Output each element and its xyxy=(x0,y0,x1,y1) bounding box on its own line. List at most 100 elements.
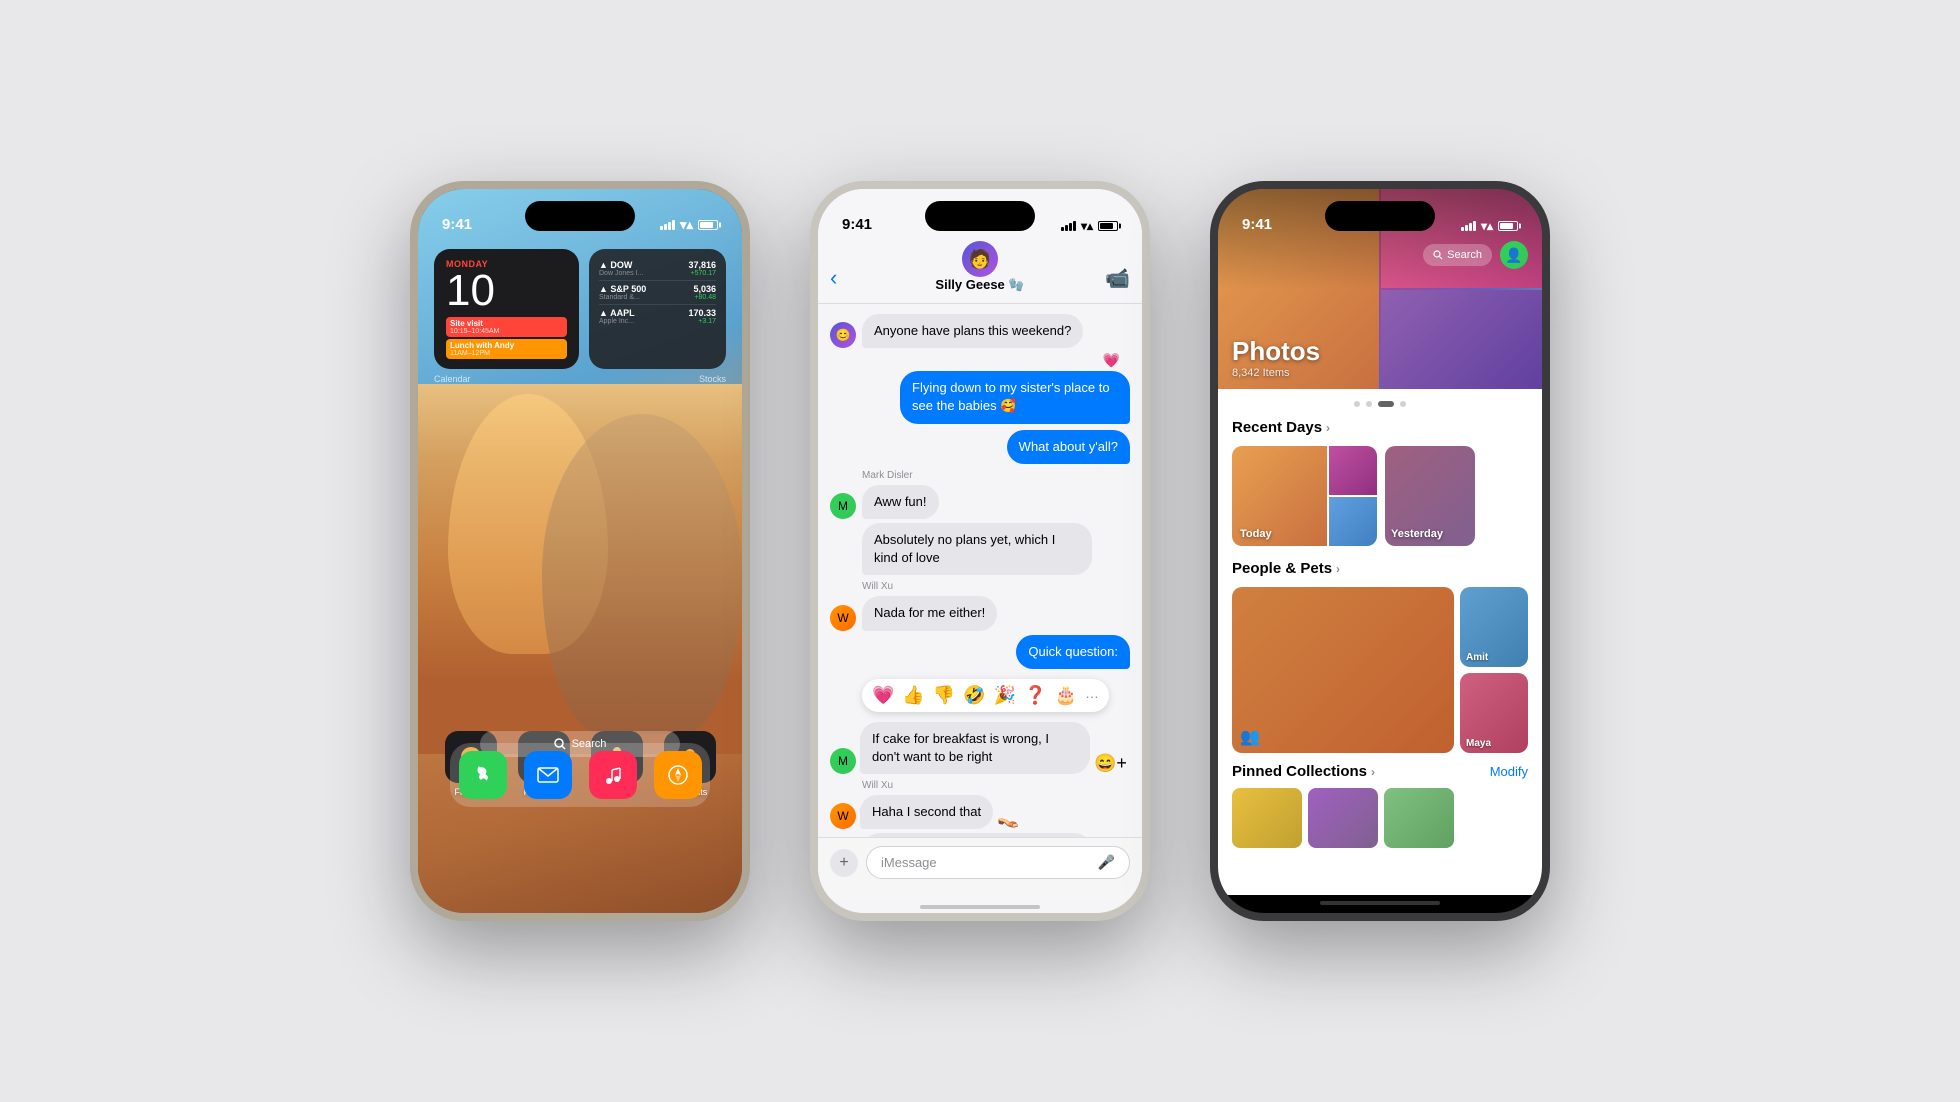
card-yesterday[interactable]: Yesterday xyxy=(1385,446,1475,546)
cal-date: 10 xyxy=(446,269,567,313)
today-label: Today xyxy=(1240,528,1272,540)
msg-5-bubble: Absolutely no plans yet, which I kind of… xyxy=(862,523,1092,575)
msg-6-bubble: Nada for me either! xyxy=(862,596,997,630)
msg-4-text: Aww fun! xyxy=(874,494,927,509)
video-call-button[interactable]: 📹 xyxy=(1105,266,1130,291)
dot-2[interactable] xyxy=(1366,401,1372,407)
status-time-msg: 9:41 xyxy=(842,216,872,233)
msg-5: Absolutely no plans yet, which I kind of… xyxy=(830,523,1130,575)
msg-6-avatar: W xyxy=(830,605,856,631)
photos-nav-dots xyxy=(1232,401,1528,407)
will-label-2: Will Xu xyxy=(830,780,1130,791)
bar4m xyxy=(1073,221,1076,231)
msg-3: What about y'all? xyxy=(830,430,1130,464)
pinned-item-2[interactable] xyxy=(1308,788,1378,848)
photos-app-title: Photos xyxy=(1232,336,1320,367)
battery-fill-home xyxy=(700,222,713,228)
pinned-item-1[interactable] xyxy=(1232,788,1302,848)
recent-days-title: Recent Days › xyxy=(1232,419,1330,436)
messages-body: 😊 Anyone have plans this weekend? 💗 Flyi… xyxy=(818,304,1142,837)
people-main[interactable]: 👥 xyxy=(1232,587,1454,753)
stock-aapl: ▲ AAPL Apple Inc... 170.33 +3.17 xyxy=(599,305,716,328)
bottom-dock xyxy=(450,743,710,807)
wifi-icon-photos: ▾▴ xyxy=(1481,219,1493,233)
tapback-heart[interactable]: 💗 xyxy=(872,685,894,706)
dock-music[interactable] xyxy=(589,751,637,799)
cal-event-2-title: Lunch with Andy xyxy=(450,341,563,350)
tapback-more[interactable]: … xyxy=(1085,685,1099,706)
photos-top-buttons: Search 👤 xyxy=(1423,241,1528,269)
dock-phone-icon xyxy=(459,751,507,799)
pinned-row xyxy=(1232,788,1528,848)
msg-9-text: If cake for breakfast is wrong, I don't … xyxy=(872,731,1049,764)
dock-mail[interactable] xyxy=(524,751,572,799)
modify-button[interactable]: Modify xyxy=(1490,764,1528,779)
tapback-party[interactable]: 🎉 xyxy=(994,685,1016,706)
msg-3-text: What about y'all? xyxy=(1019,439,1118,454)
photos-search-button[interactable]: Search xyxy=(1423,244,1492,266)
back-button[interactable]: ‹ xyxy=(830,265,837,291)
msg-2: Flying down to my sister's place to see … xyxy=(900,371,1130,423)
tapback-cake[interactable]: 🎂 xyxy=(1055,685,1077,706)
phone-home: 9:41 ▾▴ MONDAY 10 Site xyxy=(410,181,750,921)
msg-10-avatar: W xyxy=(830,803,856,829)
wifi-icon-home: ▾▴ xyxy=(680,217,693,233)
dock-safari[interactable] xyxy=(654,751,702,799)
widget-stocks[interactable]: ▲ DOW Dow Jones I... 37,816 +570.17 ▲ S&… xyxy=(589,249,726,369)
card-today[interactable]: Today xyxy=(1232,446,1377,546)
app-dock: Find My FaceTime Watch xyxy=(434,731,726,813)
message-input-bar: + iMessage 🎤 xyxy=(818,837,1142,899)
mark-label-1: Mark Disler xyxy=(830,470,1130,481)
people-pets-title: People & Pets › xyxy=(1232,560,1340,577)
widget-calendar[interactable]: MONDAY 10 Site visit 10:15–10:45AM Lunch… xyxy=(434,249,579,369)
signal-bars-photos xyxy=(1461,221,1476,231)
stock-dow: ▲ DOW Dow Jones I... 37,816 +570.17 xyxy=(599,257,716,281)
pinned-title: Pinned Collections › xyxy=(1232,763,1375,780)
tapback-thumbsdown[interactable]: 👎 xyxy=(933,685,955,706)
pinned-item-3[interactable] xyxy=(1384,788,1454,848)
msg-6-text: Nada for me either! xyxy=(874,605,985,620)
will-label-1: Will Xu xyxy=(830,581,1130,592)
home-bg-photo xyxy=(418,384,742,754)
msg-4-avatar: M xyxy=(830,493,856,519)
header-center: 🧑 Silly Geese 🧤 xyxy=(935,241,1024,293)
recent-days-chevron: › xyxy=(1326,421,1330,435)
dynamic-island-1 xyxy=(525,201,635,231)
cal-event-1-title: Site visit xyxy=(450,319,563,328)
dot-1[interactable] xyxy=(1354,401,1360,407)
photos-body: Recent Days › Today Yesterday xyxy=(1218,389,1542,895)
dynamic-island-2 xyxy=(925,201,1035,231)
today-side-photo-1 xyxy=(1329,446,1377,495)
bar2m xyxy=(1065,225,1068,231)
pinned-header: Pinned Collections › Modify xyxy=(1232,763,1528,780)
dock-phone[interactable] xyxy=(459,751,507,799)
amit-photo[interactable]: Amit xyxy=(1460,587,1528,667)
tapback-thumbsup[interactable]: 👍 xyxy=(902,685,924,706)
widgets-row: MONDAY 10 Site visit 10:15–10:45AM Lunch… xyxy=(434,249,726,369)
maya-photo[interactable]: Maya xyxy=(1460,673,1528,753)
tapback-laugh[interactable]: 🤣 xyxy=(963,685,985,706)
photos-title-bottom: Photos 8,342 Items xyxy=(1232,336,1320,379)
pinned-section: Pinned Collections › Modify xyxy=(1232,763,1528,848)
signal-bars-home xyxy=(660,220,675,230)
msg-10-text: Haha I second that xyxy=(872,804,981,819)
msg-10-bubble: Haha I second that xyxy=(860,795,993,829)
bar4p xyxy=(1473,221,1476,231)
msg-9-reaction: 😄+ xyxy=(1094,753,1127,774)
phone-photos: 9:41 ▾▴ xyxy=(1210,181,1550,921)
stock-sp-price: 5,036 xyxy=(693,284,716,294)
msg-9-bubble: If cake for breakfast is wrong, I don't … xyxy=(860,722,1090,774)
message-input-field[interactable]: iMessage 🎤 xyxy=(866,846,1130,879)
dot-grid[interactable] xyxy=(1378,401,1394,407)
add-attachment-button[interactable]: + xyxy=(830,849,858,877)
widget-labels: Calendar Stocks xyxy=(434,374,726,384)
tapback-row[interactable]: 💗 👍 👎 🤣 🎉 ❓ 🎂 … xyxy=(862,679,1109,712)
group-name: Silly Geese 🧤 xyxy=(935,277,1024,293)
tapback-question[interactable]: ❓ xyxy=(1024,685,1046,706)
status-time-home: 9:41 xyxy=(442,216,472,233)
dock-music-icon xyxy=(589,751,637,799)
home-indicator-msg xyxy=(920,905,1040,909)
photos-user-avatar[interactable]: 👤 xyxy=(1500,241,1528,269)
people-group-icon: 👥 xyxy=(1240,727,1260,747)
dot-4[interactable] xyxy=(1400,401,1406,407)
